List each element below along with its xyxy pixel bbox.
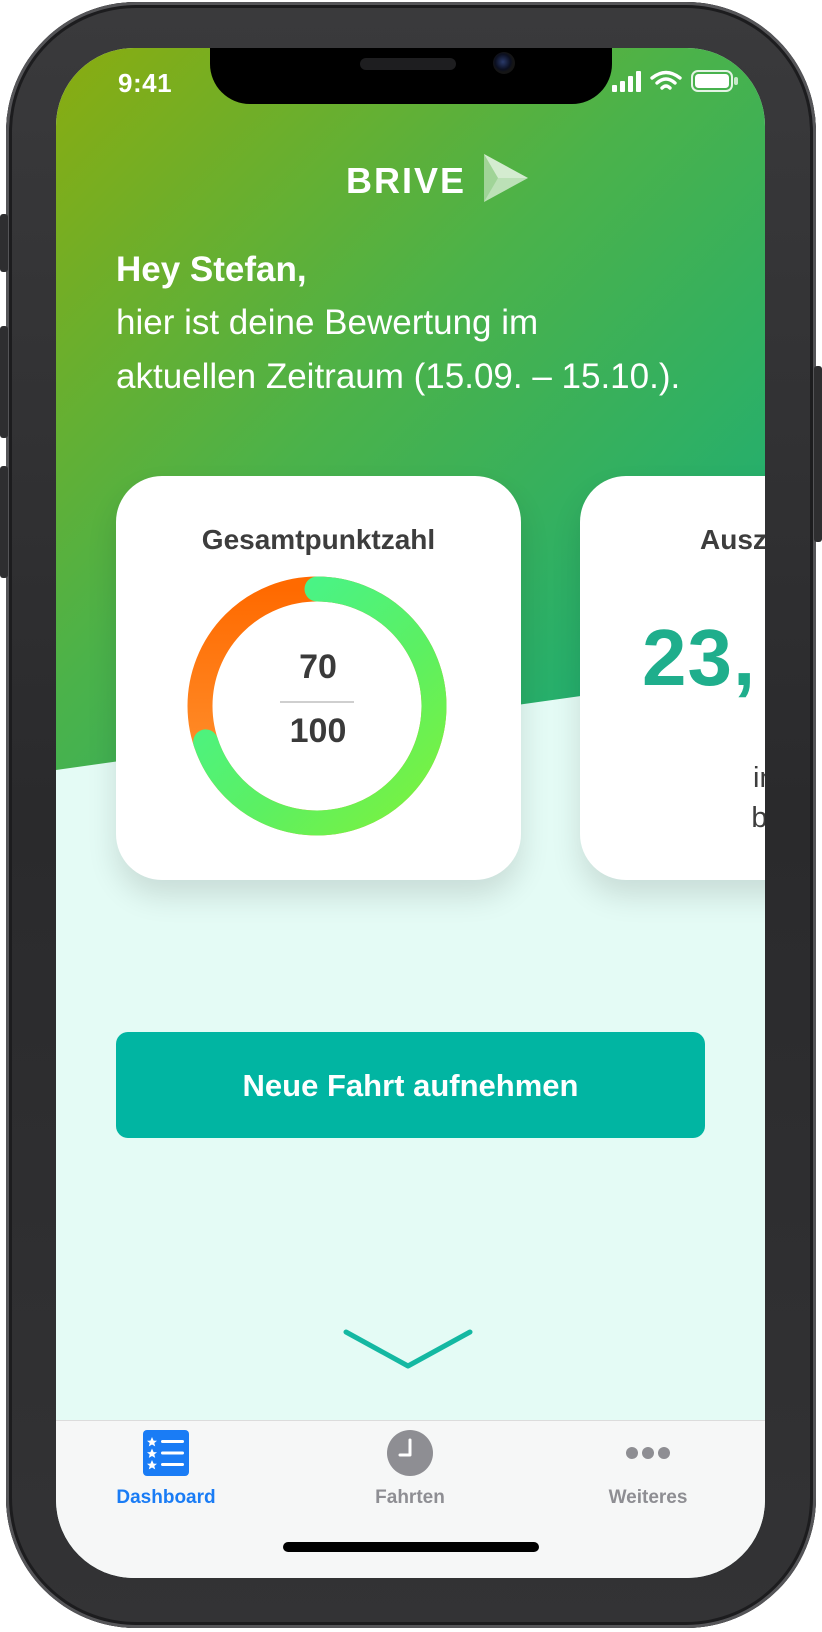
tab-fahrten[interactable]: Fahrten bbox=[310, 1429, 510, 1529]
payout-description: in diese bereits g bbox=[642, 758, 765, 838]
greeting-line-2: aktuellen Zeitraum (15.09. – 15.10.). bbox=[116, 357, 681, 396]
tab-dashboard[interactable]: Dashboard bbox=[66, 1429, 266, 1529]
battery-icon bbox=[691, 70, 738, 92]
mute-switch bbox=[0, 214, 8, 272]
power-button bbox=[814, 366, 822, 542]
score-max: 100 bbox=[289, 712, 347, 750]
list-star-icon bbox=[143, 1430, 189, 1476]
status-icons bbox=[612, 70, 738, 92]
score-card-title: Gesamtpunktzahl bbox=[201, 524, 436, 555]
signal-icon bbox=[612, 71, 641, 92]
notch bbox=[210, 48, 612, 104]
front-camera bbox=[493, 52, 515, 74]
payout-card-title: Ausz bbox=[700, 524, 765, 555]
tab-weiteres[interactable]: Weiteres bbox=[548, 1429, 748, 1529]
payout-value: 23, bbox=[642, 613, 757, 702]
new-trip-button[interactable]: Neue Fahrt aufnehmen bbox=[116, 1032, 705, 1138]
wifi-icon bbox=[650, 70, 682, 90]
more-dots-icon bbox=[626, 1447, 670, 1459]
tab-dashboard-label: Dashboard bbox=[116, 1487, 216, 1508]
tab-weiteres-label: Weiteres bbox=[608, 1487, 688, 1508]
status-time: 9:41 bbox=[118, 68, 173, 98]
volume-down-button bbox=[0, 466, 8, 578]
greeting: Hey Stefan, hier ist deine Bewertung im … bbox=[116, 244, 736, 404]
payout-card[interactable]: Ausz 23, in diese bereits g bbox=[580, 476, 765, 880]
greeting-title: Hey Stefan, bbox=[116, 250, 307, 289]
payout-desc-line-2: bereits g bbox=[751, 802, 765, 834]
score-card[interactable]: Gesamtpunktzahl 70 100 bbox=[116, 476, 521, 880]
tab-fahrten-label: Fahrten bbox=[375, 1487, 445, 1508]
app-screen: 9:41 BRIVE Hey Stefan, hier ist deine Be… bbox=[56, 48, 765, 1578]
tab-bar: Dashboard Fahrten Weiteres bbox=[56, 1420, 765, 1578]
brand-header: BRIVE bbox=[346, 150, 546, 206]
home-indicator[interactable] bbox=[283, 1542, 539, 1552]
score-value: 70 bbox=[299, 648, 337, 686]
score-ring-chart bbox=[187, 576, 447, 836]
score-divider bbox=[280, 701, 354, 703]
phone-device: 9:41 BRIVE Hey Stefan, hier ist deine Be… bbox=[0, 0, 822, 1632]
volume-up-button bbox=[0, 326, 8, 438]
greeting-line-1: hier ist deine Bewertung im bbox=[116, 303, 539, 342]
payout-desc-line-1: in diese bbox=[753, 762, 765, 794]
clock-icon bbox=[387, 1430, 433, 1476]
chevron-down-icon[interactable] bbox=[341, 1326, 475, 1374]
play-triangle-logo-icon bbox=[484, 154, 528, 202]
speaker bbox=[360, 58, 456, 70]
brand-name: BRIVE bbox=[346, 160, 467, 201]
